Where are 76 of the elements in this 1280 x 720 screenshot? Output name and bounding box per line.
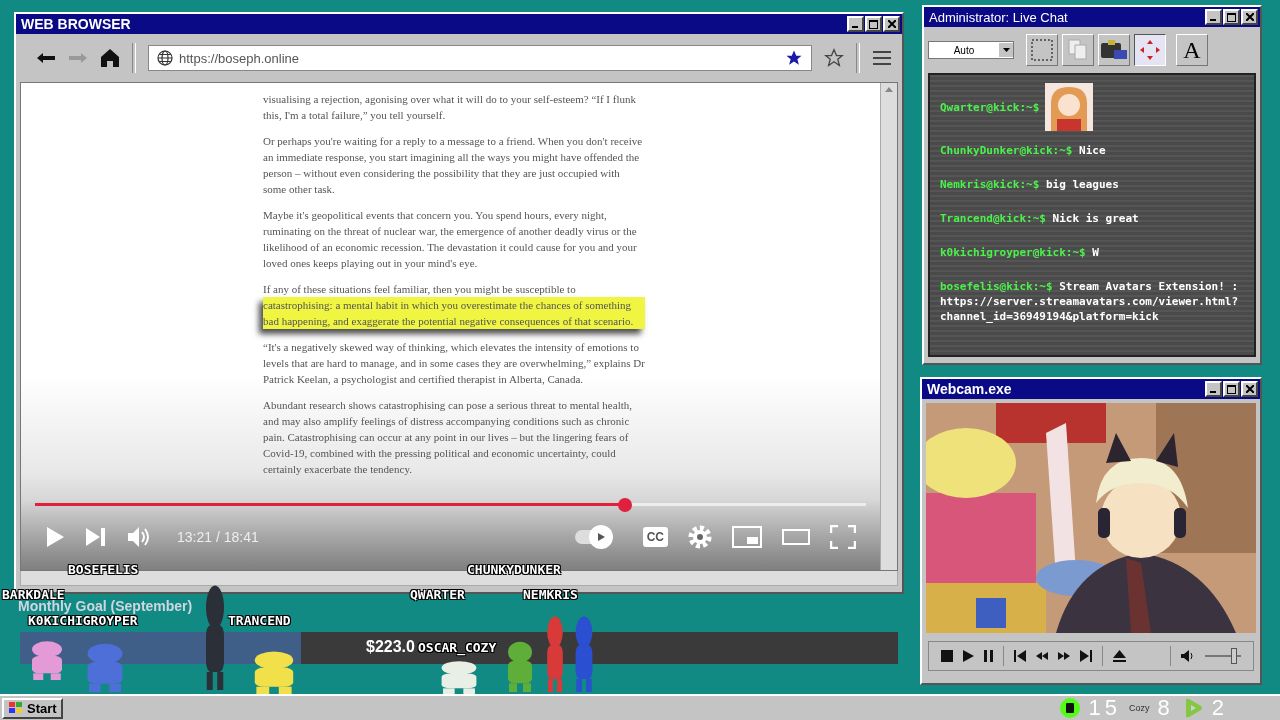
- chat-message: k0kichigroyper@kick:~$ W: [940, 245, 1100, 260]
- article-paragraph: Abundant research shows catastrophising can pose a serious threat to mental health, and may also amplify feelings of distress accompanying conditions such as chronic pain. Catastrophising can occur at any point in our lives – but the lingering fears of Covid-19, combined with the pressing political and economic uncertainty, could certainly exacerbate the tendency.: [263, 398, 633, 477]
- close-icon: [1245, 385, 1254, 393]
- close-icon: [1245, 13, 1254, 21]
- paste-button[interactable]: [1098, 34, 1130, 66]
- move-button[interactable]: [1134, 34, 1166, 66]
- minimize-button[interactable]: [1205, 9, 1222, 25]
- captions-button[interactable]: CC: [642, 527, 668, 547]
- platform-logo-icon: [1058, 697, 1081, 719]
- chat-username: Qwarter@kick:~$: [940, 99, 1040, 115]
- fullscreen-icon[interactable]: [830, 525, 856, 549]
- maximize-button[interactable]: [1223, 381, 1240, 397]
- maximize-icon: [1227, 384, 1236, 394]
- chat-message: Nemkris@kick:~$ big leagues: [940, 177, 1120, 192]
- menu-icon[interactable]: [872, 50, 892, 66]
- caret-icon[interactable]: [1002, 48, 1010, 52]
- chat-message: ChunkyDunker@kick:~$ Nice: [940, 143, 1107, 158]
- pause-icon[interactable]: [984, 650, 993, 662]
- select-tool-button[interactable]: [1026, 34, 1058, 66]
- start-button[interactable]: Start: [2, 697, 63, 719]
- goal-title: Monthly Goal (September): [18, 598, 193, 614]
- maximize-button[interactable]: [865, 16, 882, 32]
- avatar-name: K0KICHIGROYPER: [28, 613, 138, 628]
- fast-forward-icon[interactable]: [1058, 652, 1070, 660]
- rewind-icon[interactable]: [1036, 652, 1048, 660]
- window-title: Webcam.exe: [927, 381, 1013, 397]
- close-button[interactable]: [1241, 381, 1258, 397]
- minimize-button[interactable]: [1205, 381, 1222, 397]
- article-paragraph: visualising a rejection, agonising over what it will do to your self-esteem? “If I flunk this, I'm a total failure,” you tell yourself.: [263, 92, 637, 123]
- close-icon: [887, 20, 896, 28]
- miniplayer-icon[interactable]: [732, 526, 762, 548]
- highlighted-quote: catastrophising: a mental habit in which you overestimate the chances of something bad happening, and exaggerate the potential negative consequences of that scenario.: [263, 297, 645, 329]
- video-time: 13:21 / 18:41: [177, 529, 259, 545]
- quality-dropdown[interactable]: Auto: [928, 41, 1014, 59]
- settings-icon[interactable]: [688, 525, 712, 549]
- copy-button[interactable]: [1062, 34, 1094, 66]
- close-button[interactable]: [1241, 9, 1258, 25]
- viewer-count: 15: [1088, 695, 1121, 720]
- globe-icon: [157, 50, 173, 66]
- volume-thumb[interactable]: [1230, 648, 1237, 664]
- vertical-scrollbar[interactable]: [880, 83, 897, 570]
- star-icon[interactable]: [785, 49, 803, 67]
- article-paragraph: Or perhaps you're waiting for a reply to a message to a friend. When you don't receive an immediate response, you start imagining all the ways you might have offended the person – without even considering the possibility that they are just occupied with some other task.: [263, 134, 644, 197]
- previous-icon[interactable]: [1014, 650, 1026, 662]
- chat-message: bosefelis@kick:~$ Stream Avatars Extension! : https://server.streamavatars.com/viewer.html?channel_id=36949194&platform=kick: [940, 279, 1240, 324]
- viewer-count: 8: [1157, 695, 1174, 720]
- home-icon[interactable]: [100, 48, 120, 68]
- article-paragraph: Maybe it's geopolitical events that concern you. You spend hours, every night, ruminating on the threat of nuclear war, the emergence of another deadly virus or the likelihood of an economic recession. The devastation it could cause for you and your loved ones keeps playing out in your mind's eye.: [263, 208, 638, 271]
- scroll-up-icon[interactable]: [885, 87, 893, 92]
- address-bar[interactable]: https://boseph.online: [148, 45, 812, 71]
- close-button[interactable]: [883, 16, 900, 32]
- star-outline-icon[interactable]: [824, 48, 844, 68]
- next-icon[interactable]: [1080, 650, 1092, 662]
- minimize-button[interactable]: [847, 16, 864, 32]
- article-paragraph: If any of these situations feel familiar, then you might be susceptible to: [263, 282, 577, 297]
- article-paragraph: “It's a negatively skewed way of thinking, which elevates the intensity of emotions to levels that are hard to manage, and in some cases they are overwhelming,” explains Dr Patrick Keelan, a psychologist and certified therapist in Alberta, Canada.: [263, 340, 645, 387]
- font-button[interactable]: A: [1176, 34, 1208, 66]
- speaker-icon[interactable]: [1181, 650, 1195, 662]
- play-icon[interactable]: [963, 650, 974, 662]
- maximize-button[interactable]: [1223, 9, 1240, 25]
- window-title: Administrator: Live Chat: [929, 9, 1069, 25]
- theater-mode-icon[interactable]: [782, 529, 810, 545]
- chat-message: Trancend@kick:~$ Nick is great: [940, 211, 1140, 226]
- viewer-count: 2: [1211, 695, 1228, 720]
- avatar-name: TRANCEND: [228, 613, 291, 628]
- play-icon: [595, 532, 606, 542]
- broken-image-label: Cozy: [1129, 703, 1150, 713]
- maximize-icon: [1227, 12, 1236, 22]
- flag-icon: [8, 701, 24, 715]
- window-title: WEB BROWSER: [21, 16, 132, 32]
- back-arrow-icon[interactable]: [36, 52, 56, 64]
- goal-amount: $223.0: [366, 638, 415, 656]
- eject-icon[interactable]: [1113, 650, 1126, 662]
- maximize-icon: [869, 19, 878, 29]
- progress-thumb[interactable]: [618, 498, 632, 512]
- avatar-name: OSCAR_COZY: [418, 640, 497, 655]
